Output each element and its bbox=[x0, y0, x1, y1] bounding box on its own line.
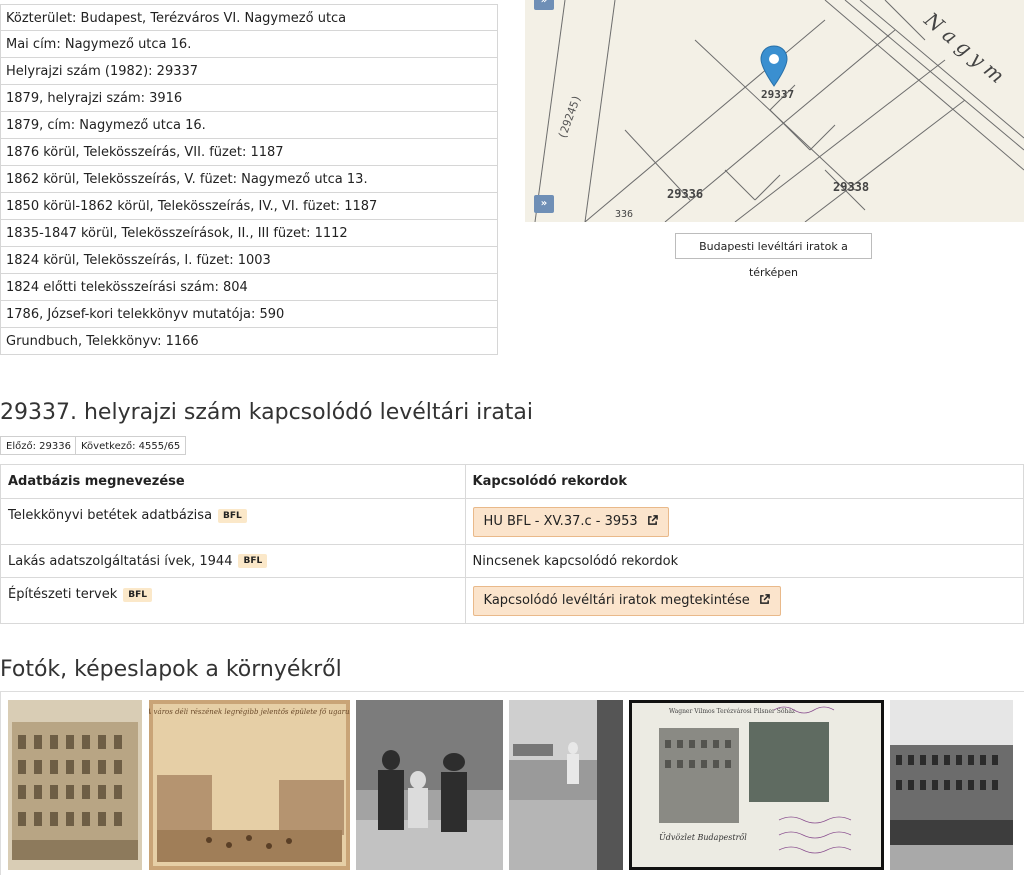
view-records-button[interactable]: Kapcsolódó levéltári iratok megtekintése bbox=[472, 585, 781, 616]
corner-building-image bbox=[890, 700, 1013, 870]
info-row-street: Közterület: Budapest, Terézváros VI. Nag… bbox=[0, 4, 498, 31]
info-row-census-1876: 1876 körül, Telekösszeírás, VII. füzet: … bbox=[0, 139, 498, 166]
map-archive-link-button[interactable]: Budapesti levéltári iratok a térképen bbox=[675, 233, 872, 279]
col-records-header: Kapcsolódó rekordok bbox=[464, 464, 1024, 499]
record-link-button[interactable]: HU BFL - XV.37.c - 3953 bbox=[472, 506, 669, 537]
map-expand-top-button[interactable]: » bbox=[534, 0, 554, 10]
bfl-badge: BFL bbox=[218, 508, 247, 523]
map-drawing: 29337 29336 29338 (29245) 336 Nagym bbox=[534, 0, 1024, 222]
bfl-badge: BFL bbox=[238, 554, 268, 568]
db-name: Lakás adatszolgáltatási ívek, 1944 bbox=[8, 553, 233, 569]
map-street-label: Nagym bbox=[919, 7, 1014, 92]
external-link-icon bbox=[760, 593, 770, 604]
street-scene-image: A város déli részének legrégibb jelentős… bbox=[149, 700, 350, 870]
db-name-cell: Építészeti tervek BFL bbox=[0, 577, 466, 624]
info-row-census-1850: 1850 körül-1862 körül, Telekösszeírás, I… bbox=[0, 193, 498, 220]
table-row: Lakás adatszolgáltatási ívek, 1944 BFL Ni… bbox=[0, 544, 1024, 578]
db-name-cell: Lakás adatszolgáltatási ívek, 1944 BFL bbox=[0, 544, 466, 578]
info-row-current-address: Mai cím: Nagymező utca 16. bbox=[0, 31, 498, 58]
archive-table-header: Adatbázis megnevezése Kapcsolódó rekordo… bbox=[0, 464, 1024, 499]
historic-map[interactable]: 29337 29336 29338 (29245) 336 Nagym » » bbox=[525, 0, 1024, 222]
info-row-parcel-1982: Helyrajzi szám (1982): 29337 bbox=[0, 58, 498, 85]
map-label-336: 336 bbox=[615, 209, 633, 220]
info-row-address-1879: 1879, cím: Nagymező utca 16. bbox=[0, 112, 498, 139]
table-row: Építészeti tervek BFL Kapcsolódó levéltár… bbox=[0, 577, 1024, 624]
child-photo-image bbox=[509, 700, 623, 870]
map-expand-button[interactable]: » bbox=[534, 195, 554, 213]
archive-table: Adatbázis megnevezése Kapcsolódó rekordo… bbox=[0, 464, 1024, 624]
info-row-parcel-1879: 1879, helyrajzi szám: 3916 bbox=[0, 85, 498, 112]
next-parcel-link[interactable]: Következő: 4555/65 bbox=[75, 436, 187, 455]
property-info-table: Közterület: Budapest, Terézváros VI. Nag… bbox=[0, 4, 498, 355]
family-photo-image bbox=[356, 700, 503, 870]
map-label-29336: 29336 bbox=[667, 187, 703, 201]
prev-parcel-link[interactable]: Előző: 29336 bbox=[0, 436, 77, 455]
postcard-caption: A város déli részének legrégibb jelentős… bbox=[149, 707, 350, 716]
records-cell: Kapcsolódó levéltári iratok megtekintése bbox=[464, 577, 1024, 624]
db-name: Telekkönyvi betétek adatbázisa bbox=[8, 508, 213, 523]
record-link-label: HU BFL - XV.37.c - 3953 bbox=[483, 513, 638, 529]
info-row-census-1862: 1862 körül, Telekösszeírás, V. füzet: Na… bbox=[0, 166, 498, 193]
photos-heading: Fotók, képeslapok a környékről bbox=[0, 657, 342, 682]
map-pin-icon[interactable] bbox=[760, 45, 788, 87]
photo-thumbnail[interactable] bbox=[356, 700, 503, 870]
photo-thumbnail[interactable] bbox=[890, 700, 1013, 870]
table-row: Telekkönyvi betétek adatbázisa BFL HU BFL… bbox=[0, 498, 1024, 545]
view-records-label: Kapcsolódó levéltári iratok megtekintése bbox=[483, 592, 750, 608]
info-row-census-1824: 1824 körül, Telekösszeírás, I. füzet: 10… bbox=[0, 247, 498, 274]
external-link-icon bbox=[647, 514, 658, 525]
map-label-29337: 29337 bbox=[761, 88, 794, 101]
photo-thumbnail[interactable] bbox=[8, 700, 142, 870]
db-name: Építészeti tervek bbox=[8, 587, 118, 602]
building-photo-image bbox=[8, 700, 142, 870]
info-row-census-1835: 1835-1847 körül, Telekösszeírások, II., … bbox=[0, 220, 498, 247]
bfl-badge: BFL bbox=[123, 587, 153, 602]
archive-heading: 29337. helyrajzi szám kapcsolódó levéltá… bbox=[0, 400, 534, 425]
postcard-image: Wagner Vilmos Terézvárosi Pilsner Söház … bbox=[629, 700, 884, 870]
records-cell: Nincsenek kapcsolódó rekordok bbox=[464, 544, 1024, 578]
info-row-josef-1786: 1786, József-kori telekkönyv mutatója: 5… bbox=[0, 301, 498, 328]
postcard-greeting: Üdvözlet Budapestről bbox=[659, 833, 747, 842]
info-row-census-pre1824: 1824 előtti telekösszeírási szám: 804 bbox=[0, 274, 498, 301]
info-row-grundbuch: Grundbuch, Telekkönyv: 1166 bbox=[0, 328, 498, 355]
records-cell: HU BFL - XV.37.c - 3953 bbox=[464, 498, 1024, 545]
photo-thumbnail[interactable] bbox=[509, 700, 623, 870]
map-label-29245: (29245) bbox=[556, 93, 584, 141]
col-database-header: Adatbázis megnevezése bbox=[0, 464, 466, 499]
photo-thumbnail[interactable]: A város déli részének legrégibb jelentős… bbox=[149, 700, 350, 870]
photo-gallery: A város déli részének legrégibb jelentős… bbox=[0, 691, 1024, 875]
photo-thumbnail[interactable]: Wagner Vilmos Terézvárosi Pilsner Söház … bbox=[629, 700, 884, 870]
db-name-cell: Telekkönyvi betétek adatbázisa BFL bbox=[0, 498, 466, 545]
map-label-29338: 29338 bbox=[833, 180, 869, 194]
